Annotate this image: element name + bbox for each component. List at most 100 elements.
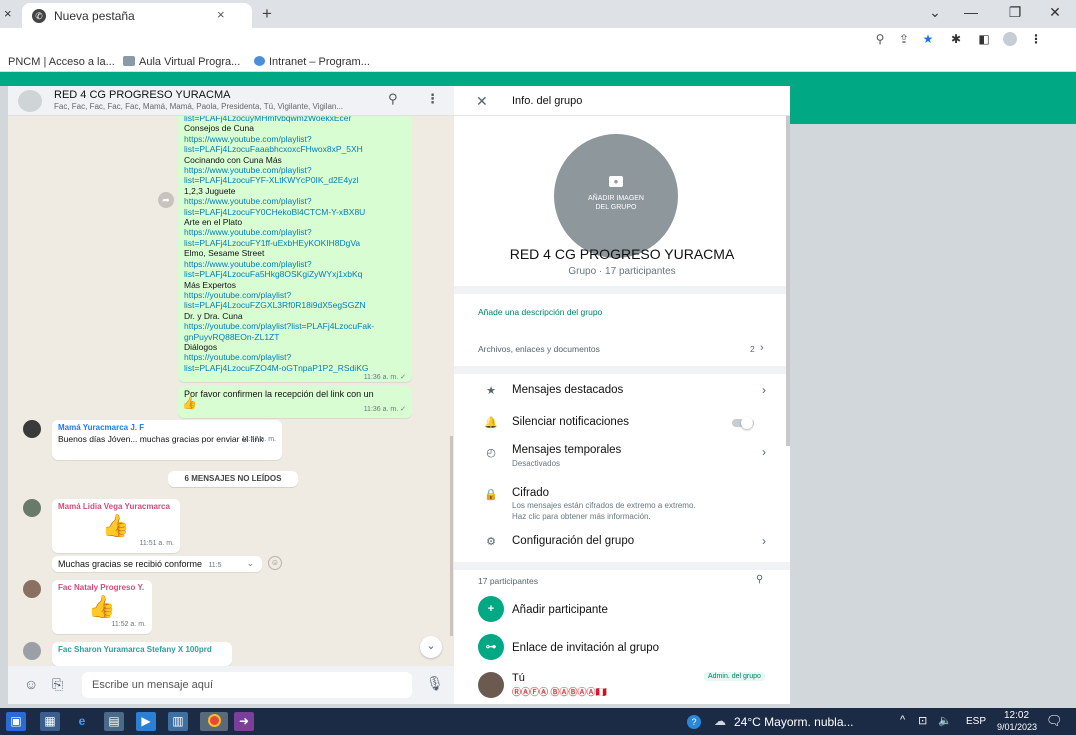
bookmark-intranet[interactable]: Intranet – Program... xyxy=(254,56,370,68)
message-link[interactable]: https://www.youtube.com/playlist? xyxy=(184,227,406,237)
message-link[interactable]: list=PLAFj4LzocuFY0CHekoBl4CTCM-Y-xBX8U xyxy=(184,207,406,217)
profile-avatar-icon[interactable] xyxy=(1000,32,1020,49)
message-link[interactable]: list=PLAFj4LzocuFa5Hkg8OSKgiZyWYxj1xbKq xyxy=(184,269,406,279)
nataly-sticker-message[interactable]: Fac Nataly Progreso Y. 👍 11:52 a. m. xyxy=(52,580,152,634)
mama-message[interactable]: Mamá Yuracmarca J. F Buenos días Jóven..… xyxy=(52,420,282,460)
tray-overflow-icon[interactable]: ^ xyxy=(900,714,905,726)
confirm-message[interactable]: Por favor confirmen la recepción del lin… xyxy=(178,386,412,418)
close-icon[interactable]: ✕ xyxy=(476,93,488,110)
scroll-down-chevron-icon[interactable]: ⌄ xyxy=(420,636,442,658)
avatar[interactable] xyxy=(23,642,41,660)
attach-icon[interactable]: ⎘ xyxy=(52,676,63,693)
search-icon[interactable]: ⚲ xyxy=(388,91,398,107)
browser-menu-icon[interactable]: ⋮ xyxy=(1026,32,1046,46)
weather-text[interactable]: 24°C Mayorm. nubla... xyxy=(734,715,854,729)
bookmark-pncm[interactable]: PNCM | Acceso a la... xyxy=(8,56,115,68)
message-link[interactable]: https://www.youtube.com/playlist? xyxy=(184,196,406,206)
message-sender[interactable]: Fac Nataly Progreso Y. xyxy=(58,583,146,593)
invite-link-row[interactable]: ⊶ Enlace de invitación al grupo xyxy=(454,630,790,666)
search-participants-icon[interactable]: ⚲ xyxy=(756,574,763,585)
forward-icon[interactable]: ➦ xyxy=(158,192,174,208)
taskview-icon[interactable]: ▦ xyxy=(40,712,60,731)
mute-toggle[interactable] xyxy=(732,417,754,429)
avatar[interactable] xyxy=(23,580,41,598)
network-icon[interactable]: ⊡ xyxy=(918,714,927,727)
message-link[interactable]: list=PLAFj4LzocuFYF-XLtKWYcP0IK_d2E4yzl xyxy=(184,175,406,185)
playlist-links-message[interactable]: list=PLAFj4LzocuyMHmfvbqwmzWoekxEcer Cons… xyxy=(178,116,412,382)
message-sender[interactable]: Mamá Yuracmarca J. F xyxy=(58,423,276,433)
share-icon[interactable]: ⇪ xyxy=(894,32,914,46)
temporary-messages-row[interactable]: ◴ Mensajes temporales Desactivados › xyxy=(454,438,790,478)
chevron-down-icon[interactable]: ⌄ xyxy=(246,558,254,568)
zoom-icon[interactable]: ⚲ xyxy=(870,32,890,46)
group-settings-row[interactable]: ⚙ Configuración del grupo › xyxy=(454,524,790,558)
close-window-button[interactable]: ✕ xyxy=(1040,4,1070,21)
chevron-right-icon[interactable]: › xyxy=(760,342,764,354)
restore-button[interactable]: ❐ xyxy=(1000,4,1030,21)
chat-header[interactable]: RED 4 CG PROGRESO YURACMA Fac, Fac, Fac,… xyxy=(8,86,454,116)
lidia-text-message[interactable]: Muchas gracias se recibió conforme 11:5 … xyxy=(52,556,262,572)
message-link[interactable]: list=PLAFj4LzocuFY1ff-uExbHEyKOKIH8DgVa xyxy=(184,238,406,248)
file-explorer-icon[interactable]: ▤ xyxy=(104,712,124,731)
message-link[interactable]: https://youtube.com/playlist?list=PLAFj4… xyxy=(184,321,406,331)
message-link[interactable]: list=PLAFj4LzocuFZGXL3Rf0R18i9dX5egSGZN xyxy=(184,300,406,310)
mute-notifications-row[interactable]: 🔔 Silenciar notificaciones xyxy=(454,408,790,438)
chat-scrollbar[interactable] xyxy=(450,436,453,636)
message-input[interactable] xyxy=(82,672,412,698)
calculator-icon[interactable]: ▥ xyxy=(168,712,188,731)
message-link[interactable]: gnPuyvRQ88EOn-ZL1ZT xyxy=(184,332,406,342)
previous-tab-close-icon[interactable]: × xyxy=(4,6,12,21)
encryption-row[interactable]: 🔒 Cifrado Los mensajes están cifrados de… xyxy=(454,478,790,524)
group-avatar[interactable] xyxy=(18,90,42,112)
message-link[interactable]: https://youtube.com/playlist? xyxy=(184,352,406,362)
extensions-puzzle-icon[interactable]: ✱ xyxy=(946,32,966,46)
start-button-icon[interactable]: ▣ xyxy=(6,712,26,731)
lidia-sticker-message[interactable]: Mamá Lidia Vega Yuracmarca 👍 11:51 a. m. xyxy=(52,499,180,553)
message-link[interactable]: https://youtube.com/playlist? xyxy=(184,290,406,300)
message-text: Muchas gracias se recibió conforme xyxy=(58,559,203,569)
add-description-link[interactable]: Añade una descripción del grupo xyxy=(478,307,602,317)
participant-row-me[interactable]: Tú ⓇⒶⒻⒶ ⒷⒶⒷⒶⒶ🇵🇪 Admin. del grupo xyxy=(454,668,790,704)
volume-icon[interactable]: 🔈 xyxy=(938,714,952,727)
minimize-button[interactable]: — xyxy=(956,4,986,20)
internet-explorer-icon[interactable]: e xyxy=(72,712,92,731)
message-link[interactable]: https://www.youtube.com/playlist? xyxy=(184,259,406,269)
message-link[interactable]: https://www.youtube.com/playlist? xyxy=(184,134,406,144)
starred-messages-row[interactable]: ★ Mensajes destacados › xyxy=(454,374,790,408)
message-link[interactable]: list=PLAFj4LzocuyMHmfvbqwmzWoekxEcer xyxy=(184,116,406,123)
chat-messages-area[interactable]: list=PLAFj4LzocuyMHmfvbqwmzWoekxEcer Cons… xyxy=(8,116,454,666)
chat-menu-icon[interactable]: ⋮ xyxy=(426,91,439,107)
add-participant-row[interactable]: + Añadir participante xyxy=(454,592,790,628)
clock-time[interactable]: 12:02 xyxy=(1004,710,1029,721)
message-sender[interactable]: Mamá Lidia Vega Yuracmarca xyxy=(58,502,174,512)
language-indicator[interactable]: ESP xyxy=(966,716,986,727)
avatar[interactable] xyxy=(23,499,41,517)
powershell-icon[interactable]: ▶ xyxy=(136,712,156,731)
info-scrollbar[interactable] xyxy=(786,116,790,446)
bookmark-star-icon[interactable]: ★ xyxy=(918,32,938,46)
app-icon[interactable]: ➜ xyxy=(234,712,254,731)
new-tab-button[interactable]: + xyxy=(262,4,272,24)
message-sender[interactable]: Fac Sharon Yuramarca Stefany X 100prd xyxy=(58,645,226,655)
weather-cloud-icon[interactable]: ☁ xyxy=(710,712,730,731)
emoji-icon[interactable]: ☺ xyxy=(24,676,38,692)
add-group-image-button[interactable]: ● AÑADIR IMAGEN DEL GRUPO xyxy=(554,134,678,258)
message-text: Por favor confirmen la recepción del lin… xyxy=(184,389,374,399)
tab-close-icon[interactable]: × xyxy=(217,7,225,22)
sharon-message[interactable]: Fac Sharon Yuramarca Stefany X 100prd xyxy=(52,642,232,666)
chrome-icon[interactable] xyxy=(200,712,228,731)
help-icon[interactable]: ? xyxy=(684,712,704,731)
message-link[interactable]: https://www.youtube.com/playlist? xyxy=(184,165,406,175)
message-link[interactable]: list=PLAFj4LzocuFZO4M-oGTnpaP1P2_RSdiKG xyxy=(184,363,406,373)
bookmark-aula-virtual[interactable]: Aula Virtual Progra... xyxy=(123,56,240,68)
tab-nueva-pestana[interactable]: ✆ Nueva pestaña × xyxy=(22,3,252,28)
clock-date[interactable]: 9/01/2023 xyxy=(997,722,1037,732)
files-links-docs[interactable]: Archivos, enlaces y documentos xyxy=(478,344,600,354)
microphone-icon[interactable]: 🎙 xyxy=(426,675,444,692)
avatar[interactable] xyxy=(23,420,41,438)
message-link[interactable]: list=PLAFj4LzocuFaaabhcxoxcFHwox8xP_5XH xyxy=(184,144,406,154)
notifications-icon[interactable]: 🗨 xyxy=(1046,713,1063,729)
tab-search-icon[interactable]: ⌄ xyxy=(920,4,950,21)
side-panel-icon[interactable]: ◧ xyxy=(974,32,994,46)
emoji-reaction-icon[interactable]: ☺ xyxy=(268,556,282,570)
